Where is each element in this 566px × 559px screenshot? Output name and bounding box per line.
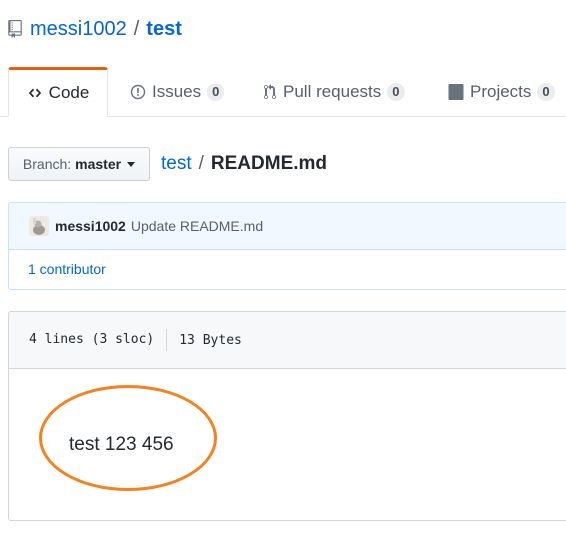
file-lines-info: 4 lines (3 sloc) bbox=[29, 329, 168, 351]
branch-label: Branch: bbox=[22, 156, 72, 172]
tab-code[interactable]: Code bbox=[8, 67, 108, 117]
caret-down-icon bbox=[127, 161, 136, 167]
tab-issues-label: Issues bbox=[152, 81, 202, 101]
pull-requests-count: 0 bbox=[387, 82, 405, 101]
contributors-link[interactable]: 1 contributor bbox=[28, 261, 106, 277]
breadcrumb-file: README.md bbox=[210, 153, 328, 174]
highlight-ellipse-annotation bbox=[39, 385, 217, 491]
tab-projects[interactable]: Projects 0 bbox=[448, 67, 555, 116]
code-icon bbox=[27, 86, 43, 100]
tab-projects-label: Projects bbox=[470, 81, 532, 101]
repo-title: messi1002 / test bbox=[8, 14, 182, 44]
tab-code-label: Code bbox=[48, 83, 90, 102]
tab-issues[interactable]: Issues 0 bbox=[130, 67, 225, 116]
commit-tease: messi1002 Update README.md 1 contributor bbox=[8, 202, 566, 290]
project-icon bbox=[448, 83, 464, 100]
breadcrumb: test / README.md bbox=[161, 150, 327, 178]
breadcrumb-repo-link[interactable]: test bbox=[161, 153, 192, 175]
tab-pull-requests-label: Pull requests bbox=[283, 81, 382, 101]
file-info-header: 4 lines (3 sloc) 13 Bytes bbox=[9, 312, 566, 369]
file-size-info: 13 Bytes bbox=[179, 332, 242, 348]
branch-select-button[interactable]: Branch: master bbox=[8, 147, 150, 181]
branch-value: master bbox=[75, 156, 122, 172]
tab-pull-requests[interactable]: Pull requests 0 bbox=[263, 67, 405, 116]
repo-name-link[interactable]: test bbox=[146, 18, 182, 41]
repo-icon bbox=[8, 20, 22, 38]
avatar[interactable] bbox=[29, 216, 49, 236]
repo-owner-link[interactable]: messi1002 bbox=[30, 18, 127, 41]
commit-author-link[interactable]: messi1002 bbox=[55, 218, 126, 234]
commit-message-link[interactable]: Update README.md bbox=[131, 218, 263, 234]
projects-count: 0 bbox=[537, 82, 555, 101]
issues-count: 0 bbox=[207, 82, 225, 101]
breadcrumb-separator: / bbox=[198, 153, 204, 174]
repo-separator: / bbox=[133, 17, 140, 40]
latest-commit-row: messi1002 Update README.md bbox=[9, 203, 566, 250]
pull-request-icon bbox=[263, 83, 277, 100]
issue-icon bbox=[130, 84, 146, 100]
